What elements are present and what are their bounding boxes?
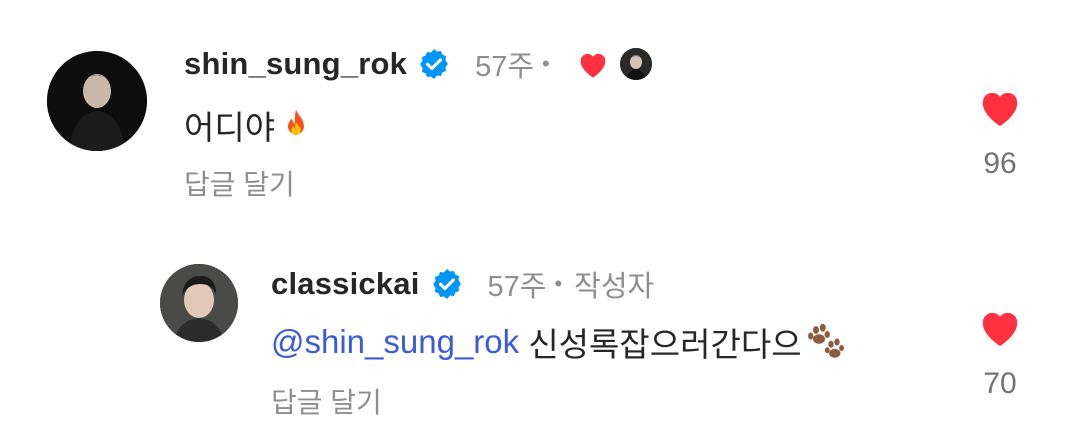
like-count: 70 bbox=[983, 367, 1017, 400]
heart-icon[interactable] bbox=[977, 86, 1023, 133]
mention-text: @shin_sung_rok bbox=[271, 323, 520, 360]
comment-text-content: 신성록잡으러간다으 bbox=[519, 326, 802, 363]
comment-item: shin_sung_rok 57주 • 어디야 답글 달기 96 bbox=[0, 0, 1079, 230]
reply-item: classickai 57주 • 작성자 @shin_sung_rok 신성록잡… bbox=[0, 230, 1079, 447]
separator-dot: • bbox=[542, 51, 550, 76]
heart-icon[interactable] bbox=[977, 306, 1023, 353]
comment-text: @shin_sung_rok 신성록잡으러간다으 bbox=[271, 320, 846, 364]
timestamp: 57주 bbox=[475, 51, 535, 83]
paw-prints-icon bbox=[804, 322, 846, 362]
comment-text-content: 어디야 bbox=[184, 109, 276, 146]
avatar[interactable] bbox=[160, 264, 238, 342]
like-count: 96 bbox=[983, 147, 1017, 180]
comment-header: classickai 57주 • 작성자 bbox=[271, 264, 654, 304]
fire-icon bbox=[277, 106, 315, 144]
like-column: 96 bbox=[960, 86, 1040, 181]
verified-badge-icon bbox=[430, 267, 464, 301]
timestamp: 57주 bbox=[487, 271, 547, 303]
comment-text: 어디야 bbox=[184, 104, 315, 146]
reply-button[interactable]: 답글 달기 bbox=[271, 381, 382, 421]
author-mini-avatar bbox=[619, 48, 652, 80]
mention-link[interactable]: @shin_sung_rok bbox=[271, 323, 519, 361]
verified-badge-icon bbox=[417, 47, 451, 81]
author-tag: 작성자 bbox=[574, 271, 655, 303]
separator-dot: • bbox=[554, 271, 563, 296]
avatar[interactable] bbox=[47, 51, 147, 151]
author-liked-heart-icon bbox=[576, 49, 610, 79]
comment-header: shin_sung_rok 57주 • bbox=[184, 44, 652, 84]
like-column: 70 bbox=[960, 306, 1040, 401]
username[interactable]: classickai bbox=[271, 266, 420, 302]
reply-button[interactable]: 답글 달기 bbox=[184, 163, 295, 203]
username[interactable]: shin_sung_rok bbox=[184, 46, 407, 82]
